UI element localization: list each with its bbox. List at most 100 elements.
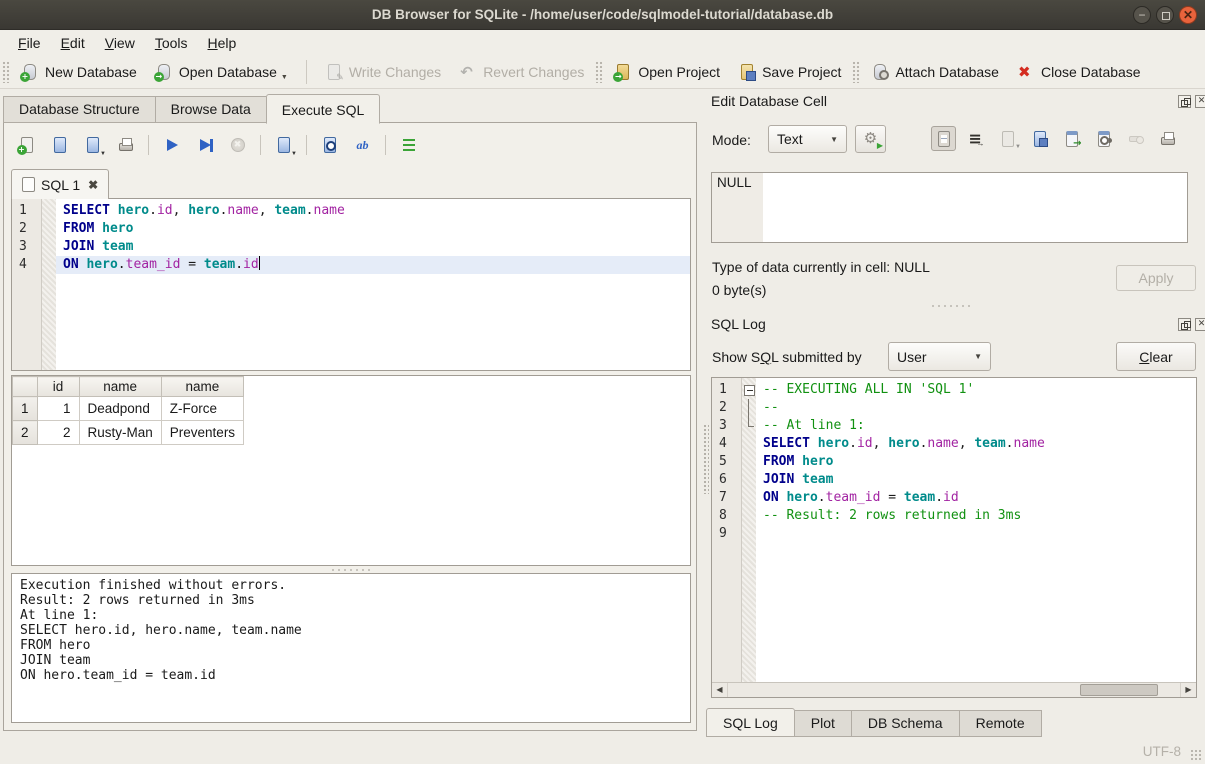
log-filter-select[interactable]: User ▼ <box>888 342 991 371</box>
new-database-button[interactable]: +New Database <box>12 60 146 84</box>
menu-edit[interactable]: Edit <box>51 32 95 54</box>
word-wrap-button[interactable] <box>963 126 988 151</box>
results-grid[interactable]: idnamename11DeadpondZ-Force22Rusty-ManPr… <box>11 375 691 566</box>
dock-resize-handle[interactable] <box>703 424 709 494</box>
open-sql-file-as-button[interactable]: ▼ <box>80 133 105 158</box>
close-button[interactable]: ✕ <box>1179 6 1197 24</box>
maximize-button[interactable] <box>1156 6 1174 24</box>
toolbar-button-label: Close Database <box>1041 64 1141 80</box>
dock-splitter[interactable] <box>928 304 974 308</box>
print-sql-button[interactable] <box>113 133 138 158</box>
print-cell-button[interactable] <box>1155 126 1180 151</box>
new-sql-tab-button[interactable]: + <box>14 133 39 158</box>
dock-tab-db-schema[interactable]: DB Schema <box>852 710 960 737</box>
dropdown-caret-icon: ▼ <box>1015 144 1021 150</box>
replace-text-button[interactable] <box>350 133 375 158</box>
corner-header[interactable] <box>13 377 38 397</box>
horizontal-scrollbar[interactable]: ◀ ▶ <box>712 682 1196 697</box>
table-cell[interactable]: Preventers <box>161 421 243 445</box>
fold-mid-icon[interactable] <box>742 399 756 417</box>
minimize-button[interactable]: − <box>1133 6 1151 24</box>
scrollbar-thumb[interactable] <box>1080 684 1158 696</box>
float-panel-icon[interactable] <box>1178 318 1191 331</box>
menu-file[interactable]: File <box>8 32 51 54</box>
attach-database-button[interactable]: Attach Database <box>862 60 1008 84</box>
export-cell-data-button[interactable] <box>1027 126 1052 151</box>
close-database-button[interactable]: Close Database <box>1008 60 1150 84</box>
cell-value-editor[interactable]: NULL <box>711 172 1188 243</box>
find-text-button[interactable] <box>317 133 342 158</box>
encoding-label: UTF-8 <box>1143 744 1181 759</box>
float-panel-icon[interactable] <box>1178 95 1191 108</box>
row-header[interactable]: 1 <box>13 397 38 421</box>
row-header[interactable]: 2 <box>13 421 38 445</box>
execute-current-line-button[interactable] <box>192 133 217 158</box>
dock-tab-plot[interactable]: Plot <box>795 710 852 737</box>
open-project-button[interactable]: →Open Project <box>605 60 729 84</box>
table-cell[interactable]: Z-Force <box>161 397 243 421</box>
text-cursor <box>259 256 261 270</box>
new-sql-tab-icon: + <box>18 136 36 154</box>
toolbar-button-label: Revert Changes <box>483 64 584 80</box>
open-database-button[interactable]: →Open Database▼ <box>146 60 297 84</box>
table-cell[interactable]: 2 <box>37 421 79 445</box>
table-cell[interactable]: Deadpond <box>79 397 161 421</box>
results-message-splitter[interactable] <box>328 568 374 572</box>
statusbar: UTF-8 <box>0 740 1205 764</box>
scroll-right-icon[interactable]: ▶ <box>1180 683 1196 697</box>
menu-tools[interactable]: Tools <box>145 32 198 54</box>
mode-select[interactable]: Text ▼ <box>768 125 847 153</box>
format-sql-button[interactable] <box>396 133 421 158</box>
fold-end-icon[interactable] <box>742 417 756 435</box>
close-database-icon <box>1017 63 1035 81</box>
fold-start-icon[interactable] <box>742 381 756 399</box>
toolbar-button-label: New Database <box>45 64 137 80</box>
main-tabbar: Database StructureBrowse DataExecute SQL <box>3 94 380 123</box>
column-header-id[interactable]: id <box>37 377 79 397</box>
tab-database-structure[interactable]: Database Structure <box>3 96 155 123</box>
minimize-icon: − <box>1138 8 1145 22</box>
save-results-button[interactable]: ▼ <box>271 133 296 158</box>
replace-text-icon <box>354 136 372 154</box>
column-header-name[interactable]: name <box>161 377 243 397</box>
table-row[interactable]: 22Rusty-ManPreventers <box>13 421 244 445</box>
cell-text-area[interactable] <box>763 173 1187 242</box>
menu-view[interactable]: View <box>95 32 145 54</box>
column-header-name[interactable]: name <box>79 377 161 397</box>
sql-document-tab[interactable]: SQL 1 ✖ <box>11 169 109 199</box>
sql-code-area[interactable]: SELECT hero.id, hero.name, team.nameFROM… <box>56 199 690 370</box>
scroll-left-icon[interactable]: ◀ <box>712 683 728 697</box>
dropdown-caret-icon[interactable]: ▼ <box>281 74 288 81</box>
resize-grip[interactable] <box>1190 749 1203 762</box>
set-cell-link-button[interactable] <box>1091 126 1116 151</box>
sql-editor[interactable]: 1234 SELECT hero.id, hero.name, team.nam… <box>11 198 691 371</box>
dock-tab-sql-log[interactable]: SQL Log <box>706 708 795 737</box>
open-in-external-app-button[interactable] <box>1059 126 1084 151</box>
clear-log-button[interactable]: Clear <box>1116 342 1196 371</box>
revert-changes-button: Revert Changes <box>450 60 593 84</box>
execute-all-button[interactable] <box>159 133 184 158</box>
open-in-external-app-icon <box>1063 130 1081 148</box>
tab-browse-data[interactable]: Browse Data <box>155 96 266 123</box>
word-wrap-icon <box>967 130 985 148</box>
set-cell-null-button <box>1123 126 1148 151</box>
tab-execute-sql[interactable]: Execute SQL <box>266 94 381 124</box>
close-panel-icon[interactable]: ✕ <box>1195 318 1205 331</box>
table-cell[interactable]: Rusty-Man <box>79 421 161 445</box>
cell-editor-toolbar: ▼ <box>931 126 1180 151</box>
write-changes-button: Write Changes <box>316 60 450 84</box>
table-cell[interactable]: 1 <box>37 397 79 421</box>
close-tab-icon[interactable]: ✖ <box>88 178 98 192</box>
dock-tab-remote[interactable]: Remote <box>960 710 1042 737</box>
message-line: Execution finished without errors. <box>20 578 682 593</box>
save-project-button[interactable]: Save Project <box>729 60 850 84</box>
open-sql-file-button[interactable] <box>47 133 72 158</box>
close-panel-icon[interactable]: ✕ <box>1195 95 1205 108</box>
table-row[interactable]: 11DeadpondZ-Force <box>13 397 244 421</box>
menu-help[interactable]: Help <box>198 32 247 54</box>
text-mode-button[interactable] <box>931 126 956 151</box>
code-line: FROM hero <box>756 453 1196 471</box>
toolbar-handle <box>595 61 603 83</box>
sql-log-view[interactable]: 123456789 -- EXECUTING ALL IN 'SQL 1'---… <box>711 377 1197 698</box>
auto-apply-button[interactable]: ⚙ ▶ <box>855 125 886 153</box>
